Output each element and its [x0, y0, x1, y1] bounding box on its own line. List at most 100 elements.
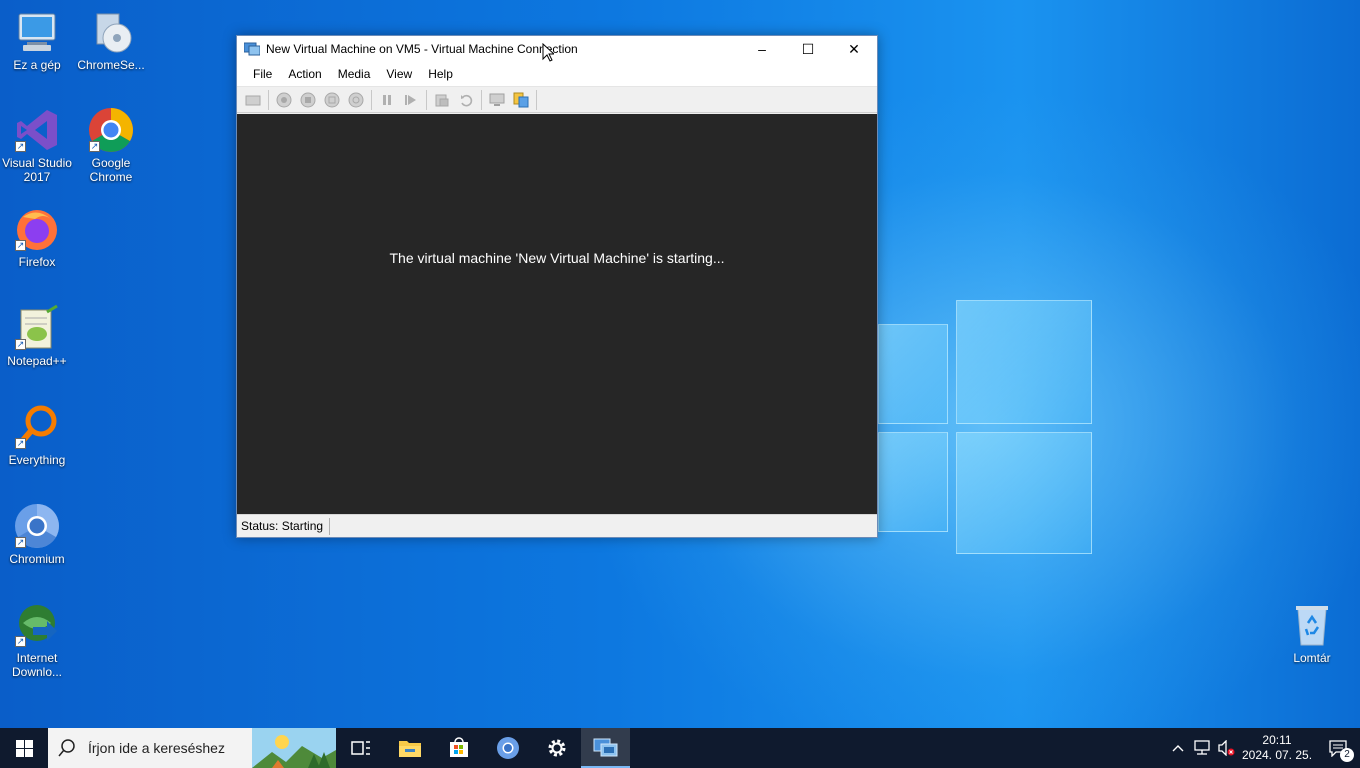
search-placeholder: Írjon ide a kereséshez — [88, 740, 225, 756]
taskbar-chromium[interactable] — [483, 728, 532, 768]
desktop-icon-label: Google Chrome — [89, 156, 133, 184]
vm-connect-icon — [593, 738, 617, 757]
idm-globe-icon: ↗ — [13, 601, 61, 649]
status-bar: Status: Starting — [237, 514, 877, 537]
toolbar-separator — [536, 89, 537, 110]
file-explorer-icon — [398, 741, 421, 757]
vm-connection-window[interactable]: New Virtual Machine on VM5 - Virtual Mac… — [236, 35, 878, 538]
vm-display[interactable]: The virtual machine 'New Virtual Machine… — [237, 114, 877, 514]
window-titlebar[interactable]: New Virtual Machine on VM5 - Virtual Mac… — [237, 36, 877, 62]
desktop-icon-label: Everything — [8, 453, 66, 467]
desktop-icon-recycle-bin[interactable]: Lomtár — [1275, 601, 1349, 665]
shortcut-arrow-icon: ↗ — [15, 339, 26, 350]
desktop-icon-chromium[interactable]: ↗ Chromium — [0, 502, 74, 566]
visual-studio-icon: ↗ — [13, 106, 61, 154]
save-icon[interactable] — [344, 89, 368, 111]
menu-bar: File Action Media View Help — [237, 62, 877, 86]
toolbar-separator — [268, 89, 269, 110]
start-button[interactable] — [0, 728, 48, 768]
menu-help[interactable]: Help — [420, 64, 461, 84]
taskbar-vm-connect[interactable] — [581, 728, 630, 768]
settings-icon — [548, 739, 565, 757]
shortcut-arrow-icon: ↗ — [89, 141, 100, 152]
taskbar-file-explorer[interactable] — [385, 728, 434, 768]
computer-icon — [13, 8, 61, 56]
notification-count-badge: 2 — [1340, 748, 1354, 762]
shortcut-arrow-icon: ↗ — [15, 240, 26, 251]
window-title: New Virtual Machine on VM5 - Virtual Mac… — [266, 42, 578, 56]
desktop-icon-label: Chromium — [9, 552, 65, 566]
maximize-button[interactable]: ☐ — [785, 36, 831, 62]
share-icon[interactable] — [509, 89, 533, 111]
volume-muted-icon[interactable] — [1214, 728, 1238, 768]
shortcut-arrow-icon: ↗ — [15, 537, 26, 548]
taskbar-store[interactable] — [434, 728, 483, 768]
task-view-icon — [350, 741, 370, 755]
shortcut-arrow-icon: ↗ — [15, 438, 26, 449]
desktop-icon-label: Visual Studio 2017 — [2, 156, 72, 184]
desktop-icon-everything[interactable]: ↗ Everything — [0, 403, 74, 467]
toolbar — [237, 86, 877, 113]
taskbar-search-box[interactable]: Írjon ide a kereséshez — [48, 728, 336, 768]
vm-connect-app-icon — [243, 42, 261, 56]
task-view-button[interactable] — [336, 728, 385, 768]
start-icon[interactable] — [272, 89, 296, 111]
minimize-button[interactable]: – — [739, 36, 785, 62]
taskbar: Írjon ide a kereséshez 20:11 2024. 07. 2… — [0, 728, 1360, 768]
vm-starting-message: The virtual machine 'New Virtual Machine… — [389, 250, 725, 266]
checkpoint-icon[interactable] — [430, 89, 454, 111]
menu-action[interactable]: Action — [280, 64, 329, 84]
desktop-icon-label: Ez a gép — [13, 58, 61, 72]
desktop-icon-internet-download-manager[interactable]: ↗ Internet Downlo... — [0, 601, 74, 679]
pause-icon[interactable] — [375, 89, 399, 111]
firefox-icon: ↗ — [13, 205, 61, 253]
toolbar-separator — [371, 89, 372, 110]
recycle-bin-icon — [1288, 601, 1336, 649]
menu-media[interactable]: Media — [330, 64, 379, 84]
everything-search-icon: ↗ — [13, 403, 61, 451]
desktop-icon-label: Lomtár — [1293, 651, 1331, 665]
menu-view[interactable]: View — [378, 64, 420, 84]
windows-start-icon — [15, 739, 33, 757]
turn-off-icon[interactable] — [296, 89, 320, 111]
network-icon[interactable] — [1190, 728, 1214, 768]
desktop-icon-google-chrome[interactable]: ↗ Google Chrome — [74, 106, 148, 184]
clock-date: 2024. 07. 25. — [1241, 748, 1313, 762]
notepad-plus-plus-icon: ↗ — [13, 304, 61, 352]
desktop-icon-label: Notepad++ — [7, 354, 67, 368]
show-hidden-icons-chevron-icon[interactable] — [1166, 728, 1190, 768]
installer-icon — [87, 8, 135, 56]
chromium-icon: ↗ — [13, 502, 61, 550]
taskbar-clock[interactable]: 20:11 2024. 07. 25. — [1238, 733, 1316, 763]
shut-down-icon[interactable] — [320, 89, 344, 111]
ctrl-alt-del-icon[interactable] — [241, 89, 265, 111]
action-center-button[interactable]: 2 — [1316, 728, 1360, 768]
reset-icon[interactable] — [399, 89, 423, 111]
search-icon — [58, 739, 75, 757]
desktop-icon-this-pc[interactable]: Ez a gép — [0, 8, 74, 72]
shortcut-arrow-icon: ↗ — [15, 141, 26, 152]
search-highlight-illustration — [252, 728, 336, 768]
menu-file[interactable]: File — [245, 64, 280, 84]
shortcut-arrow-icon: ↗ — [15, 636, 26, 647]
desktop-icon-label: Firefox — [18, 255, 56, 269]
close-button[interactable]: ✕ — [831, 36, 877, 62]
desktop-icon-label: Internet Downlo... — [11, 651, 63, 679]
toolbar-separator — [426, 89, 427, 110]
revert-icon[interactable] — [454, 89, 478, 111]
toolbar-separator — [481, 89, 482, 110]
mouse-cursor-icon — [542, 43, 554, 62]
windows-wallpaper-logo — [878, 300, 1092, 554]
chrome-icon: ↗ — [87, 106, 135, 154]
desktop-icon-visual-studio[interactable]: ↗ Visual Studio 2017 — [0, 106, 74, 184]
desktop-icon-firefox[interactable]: ↗ Firefox — [0, 205, 74, 269]
enhanced-session-icon[interactable] — [485, 89, 509, 111]
clock-time: 20:11 — [1262, 733, 1292, 747]
desktop-icon-chromesetup[interactable]: ChromeSe... — [74, 8, 148, 72]
vm-status-text: Status: Starting — [237, 517, 331, 535]
desktop-icon-notepad-plus-plus[interactable]: ↗ Notepad++ — [0, 304, 74, 368]
desktop-icon-label: ChromeSe... — [77, 58, 145, 72]
system-tray: 20:11 2024. 07. 25. 2 — [1166, 728, 1360, 768]
taskbar-settings[interactable] — [532, 728, 581, 768]
store-icon — [449, 737, 468, 757]
